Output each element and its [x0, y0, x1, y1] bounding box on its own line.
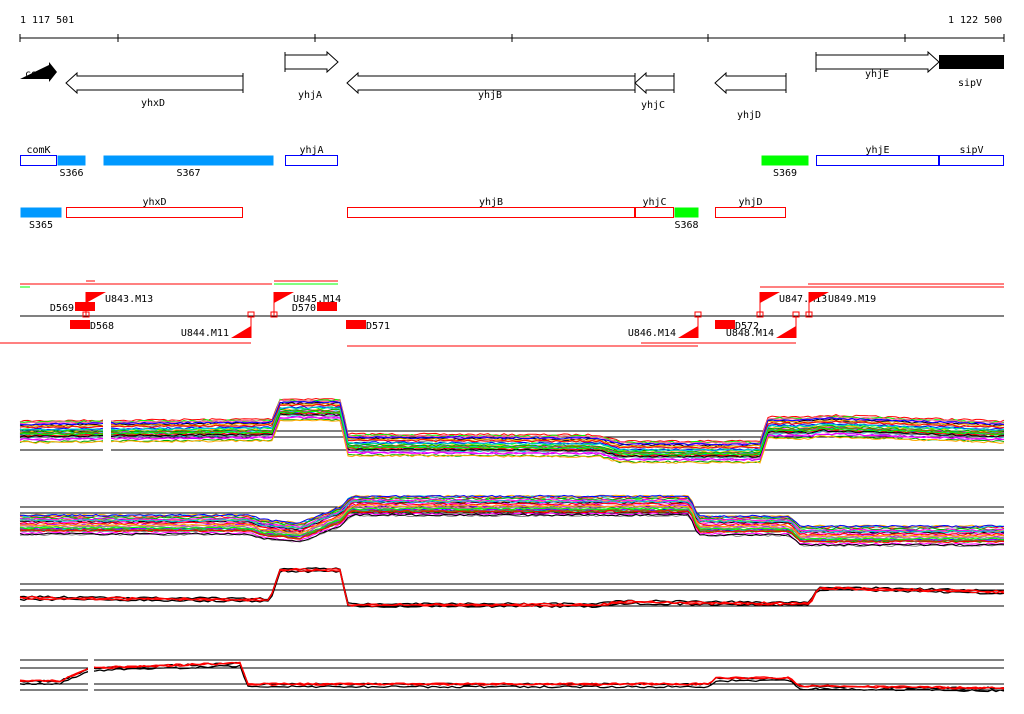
- expression-track: [19, 494, 1005, 548]
- gene-label: yhjD: [737, 110, 761, 121]
- coordinate-axis: 1 117 501 1 122 500: [19, 15, 1005, 42]
- feature-label: D569: [50, 303, 74, 314]
- gene-comK[interactable]: comK: [20, 62, 57, 82]
- transcript-yhjE[interactable]: yhjE: [816, 145, 939, 166]
- feature-label: U844.M11: [181, 328, 229, 339]
- axis-start-label: 1 117 501: [20, 15, 74, 26]
- transcript-label: yhjC: [642, 197, 666, 208]
- flag-icon: [678, 326, 698, 338]
- gene-label: yhjB: [478, 90, 502, 101]
- gene-arrow: [284, 50, 339, 74]
- gene-yhjA[interactable]: yhjA: [284, 50, 339, 101]
- feature-label: U846.M14: [628, 328, 676, 339]
- feature-label: D568: [90, 321, 114, 332]
- transcript-label: comK: [26, 145, 50, 156]
- feature-label: U849.M19: [828, 294, 876, 305]
- transcript-label: S366: [59, 168, 83, 179]
- breakpoint-box: [75, 302, 95, 311]
- transcript-label: yhjB: [479, 197, 503, 208]
- gene-arrow: [634, 71, 675, 95]
- gene-box: [939, 155, 1004, 166]
- gene-track: comK yhxD yhjA yhjB yhjC yhjD yhjE sipV: [20, 50, 1004, 121]
- gene-sipV[interactable]: sipV: [939, 55, 1004, 89]
- transcript-label: yhjE: [865, 145, 889, 156]
- segment-box: [674, 207, 699, 218]
- segment-box: [20, 207, 62, 218]
- genome-browser: 1 117 501 1 122 500 comK yhxD yhjA yhjB yhjC…: [0, 15, 1005, 695]
- expression-track: [19, 659, 1005, 693]
- feature-label: D570: [292, 303, 316, 314]
- transcript-label: yhjA: [299, 145, 323, 156]
- gene-arrow: [65, 71, 244, 95]
- expression-profiles: [19, 395, 1005, 695]
- breakpoint-box: [317, 302, 337, 311]
- gene-yhxD[interactable]: yhxD: [65, 71, 244, 109]
- transcript-comK[interactable]: comK: [20, 145, 57, 166]
- flag-icon: [274, 292, 294, 303]
- gene-label: yhjC: [641, 100, 665, 111]
- gene-box: [66, 207, 243, 218]
- gene-box: [715, 207, 786, 218]
- breakpoint[interactable]: D571: [346, 320, 390, 332]
- axis-end-label: 1 122 500: [948, 15, 1002, 26]
- breakpoint[interactable]: D570: [292, 302, 337, 314]
- gene-label: yhjA: [298, 90, 322, 101]
- gene-label: sipV: [958, 78, 982, 89]
- breakpoint[interactable]: D572: [715, 320, 759, 332]
- gene-label: yhjE: [865, 69, 889, 80]
- breakpoint-box: [346, 320, 366, 329]
- transcript-label: S367: [176, 168, 200, 179]
- flag-icon: [86, 292, 106, 303]
- transcript-track: comK S366 S367 yhjA S369 yhjE sipV S365 yhxD yhjB…: [20, 145, 1004, 232]
- feature-label: D571: [366, 321, 390, 332]
- gene-box: [635, 207, 674, 218]
- transcript-yhjA[interactable]: yhjA: [285, 145, 338, 166]
- breakpoint[interactable]: D568: [70, 320, 114, 332]
- transcript-yhjB[interactable]: yhjB: [347, 197, 635, 218]
- transcript-label: S365: [29, 220, 53, 231]
- feature-track: U843.M13 U845.M14 U847.M13 U849.M19U844.M11…: [0, 280, 1004, 347]
- flag-icon: [776, 326, 796, 338]
- gene-box: [816, 155, 939, 166]
- transcript-label: yhjD: [738, 197, 762, 208]
- flag-icon: [231, 326, 251, 338]
- data-gap: [103, 395, 111, 465]
- gene-box: [347, 207, 635, 218]
- transcript-S367[interactable]: S367: [103, 155, 274, 180]
- gene-box: [20, 155, 57, 166]
- profile-line: [19, 664, 1005, 693]
- data-gap: [88, 655, 94, 695]
- gene-label: comK: [25, 69, 49, 80]
- expression-track: [19, 567, 1005, 609]
- flag-icon: [760, 292, 780, 303]
- transcript-label: sipV: [959, 145, 983, 156]
- gene-yhjB[interactable]: yhjB: [346, 71, 636, 101]
- gene-label: yhxD: [141, 98, 165, 109]
- segment-box: [57, 155, 86, 166]
- breakpoint-box: [70, 320, 90, 329]
- feature-label: D572: [735, 321, 759, 332]
- gene-box: [285, 155, 338, 166]
- transcript-S369[interactable]: S369: [761, 155, 809, 180]
- segment-box: [103, 155, 274, 166]
- gene-yhjD[interactable]: yhjD: [714, 71, 787, 121]
- transcript-yhxD[interactable]: yhxD: [66, 197, 243, 218]
- transcript-sipV[interactable]: sipV: [939, 145, 1004, 166]
- breakpoint-box: [715, 320, 735, 329]
- expression-track: [19, 397, 1005, 465]
- feature-label: U843.M13: [105, 294, 153, 305]
- transcript-yhjC[interactable]: yhjC: [635, 197, 674, 218]
- transcript-label: yhxD: [142, 197, 166, 208]
- transcript-S366[interactable]: S366: [57, 155, 86, 180]
- gene-yhjE[interactable]: yhjE: [815, 50, 940, 80]
- gene-arrow: [714, 71, 787, 95]
- gene-yhjC[interactable]: yhjC: [634, 71, 675, 111]
- transcript-S365[interactable]: S365: [20, 207, 62, 232]
- transcript-S368[interactable]: S368: [674, 207, 699, 232]
- transcript-label: S369: [773, 168, 797, 179]
- transcript-yhjD[interactable]: yhjD: [715, 197, 786, 218]
- transcript-label: S368: [674, 220, 698, 231]
- gene-arrow: [939, 55, 1004, 69]
- segment-box: [761, 155, 809, 166]
